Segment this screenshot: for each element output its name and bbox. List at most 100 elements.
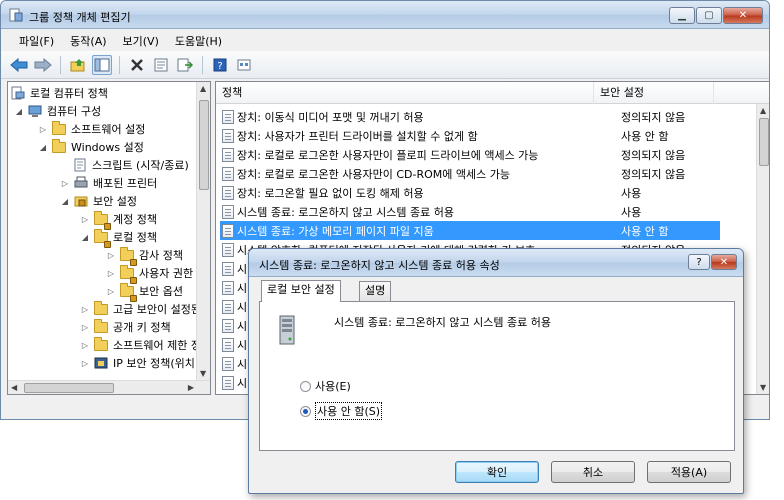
menu-action[interactable]: 동작(A) [62, 33, 114, 49]
minimize-button[interactable]: ▁ [669, 7, 695, 24]
list-item[interactable]: 장치: 로그온할 필요 없이 도킹 해제 허용 사용 [220, 183, 720, 202]
dialog-help-button[interactable]: ? [688, 254, 710, 270]
show-hide-tree-button[interactable] [92, 54, 112, 75]
tree-item-account-policy[interactable]: ▷ 계정 정책 [80, 210, 157, 230]
list-item[interactable]: 장치: 사용자가 프린터 드라이버를 설치할 수 없게 함 사용 안 함 [220, 126, 720, 145]
delete-button[interactable] [127, 55, 147, 75]
expand-arrow-icon[interactable]: ▷ [60, 179, 70, 188]
dialog-close-button[interactable]: ✕ [711, 254, 737, 270]
scroll-down-icon[interactable]: ▼ [760, 383, 766, 392]
column-policy[interactable]: 정책 [216, 82, 594, 104]
tree-item-local-policies[interactable]: ◢ 로컬 정책 [80, 228, 157, 248]
tree-horizontal-scrollbar[interactable]: ◀ ▶ [8, 380, 210, 394]
ok-button[interactable]: 확인 [455, 461, 539, 483]
tree-item-computer-config[interactable]: ◢ 컴퓨터 구성 [14, 102, 101, 120]
scroll-down-icon[interactable]: ▼ [200, 369, 206, 378]
forward-arrow-icon [34, 57, 52, 72]
title-bar[interactable]: 그룹 정책 개체 편집기 ▁ ▢ ✕ [1, 1, 769, 29]
menu-file[interactable]: 파일(F) [11, 33, 62, 49]
scroll-thumb[interactable] [199, 100, 209, 190]
tree-item-scripts[interactable]: 스크립트 (시작/종료) [72, 156, 189, 174]
expand-arrow-icon[interactable]: ▷ [80, 215, 90, 224]
collapse-arrow-icon[interactable]: ◢ [60, 197, 70, 206]
policy-icon [222, 128, 234, 143]
list-item[interactable]: 시스템 종료: 로그온하지 않고 시스템 종료 허용 사용 [220, 202, 720, 221]
tab-explain[interactable]: 설명 [359, 281, 392, 301]
expand-arrow-icon[interactable]: ▷ [80, 323, 90, 332]
lock-folder-icon [93, 228, 111, 248]
maximize-icon: ▢ [704, 10, 714, 21]
forward-button[interactable] [33, 55, 53, 75]
maximize-button[interactable]: ▢ [696, 7, 722, 24]
close-icon: ✕ [738, 10, 748, 21]
menu-view[interactable]: 보기(V) [115, 33, 167, 49]
radio-button-checked[interactable] [300, 405, 311, 417]
tree-item-deployed-printers[interactable]: ▷ 배포된 프린터 [60, 174, 157, 192]
help-button[interactable]: ? [210, 55, 230, 75]
folder-icon [93, 336, 109, 353]
scroll-thumb[interactable] [24, 383, 114, 393]
scroll-left-icon[interactable]: ◀ [11, 383, 17, 392]
toolbar-separator [60, 55, 61, 74]
back-button[interactable] [9, 55, 29, 75]
toolbar-separator [202, 55, 203, 74]
scroll-up-icon[interactable]: ▲ [200, 84, 206, 93]
tree-item-security-settings[interactable]: ◢ 보안 설정 [60, 192, 137, 210]
expand-arrow-icon[interactable]: ▷ [106, 287, 116, 296]
tree-item-ip-security[interactable]: ▷ IP 보안 정책(위치: 로컬 컴퓨터) [80, 354, 210, 372]
expand-arrow-icon[interactable]: ▷ [80, 341, 90, 350]
cancel-button[interactable]: 취소 [551, 461, 635, 483]
collapse-arrow-icon[interactable]: ◢ [38, 143, 48, 152]
up-level-button[interactable] [68, 55, 88, 75]
tree-item-windows-settings[interactable]: ◢ Windows 설정 [38, 138, 144, 156]
expand-arrow-icon[interactable]: ▷ [106, 269, 116, 278]
tree-item-software-settings[interactable]: ▷ 소프트웨어 설정 [38, 120, 145, 138]
console-tree[interactable]: 로컬 컴퓨터 정책 ◢ 컴퓨터 구성 ▷ 소프트웨어 설정 ◢ Windows … [7, 81, 211, 395]
expand-arrow-icon[interactable]: ▷ [80, 305, 90, 314]
export-list-button[interactable] [175, 55, 195, 75]
radio-disabled[interactable]: 사용 안 함(S) [300, 402, 383, 420]
policy-icon [222, 337, 234, 352]
list-vertical-scrollbar[interactable]: ▲ ▼ [756, 104, 769, 394]
list-item[interactable]: 장치: 로컬로 로그온한 사용자만이 CD-ROM에 액세스 가능 정의되지 않… [220, 164, 720, 183]
ip-security-icon [93, 355, 109, 371]
policy-icon [222, 242, 234, 257]
policy-icon [222, 185, 234, 200]
lock-folder-icon [93, 210, 111, 230]
list-item[interactable]: 장치: 로컬로 로그온한 사용자만이 플로피 드라이브에 액세스 가능 정의되지… [220, 145, 720, 164]
list-item-selected[interactable]: 시스템 종료: 가상 메모리 페이지 파일 지움 사용 안 함 [220, 221, 720, 240]
expand-arrow-icon[interactable]: ▷ [106, 251, 116, 260]
close-button[interactable]: ✕ [723, 7, 763, 24]
properties-button[interactable] [151, 55, 171, 75]
scroll-thumb[interactable] [759, 118, 769, 166]
toolbar-separator [119, 55, 120, 74]
column-security-setting[interactable]: 보안 설정 [594, 82, 714, 104]
tree-item-security-options[interactable]: ▷ 보안 옵션 [106, 282, 183, 302]
radio-button[interactable] [300, 380, 311, 392]
tree-vertical-scrollbar[interactable]: ▲ ▼ [196, 82, 210, 394]
tree-item-local-policy[interactable]: 로컬 컴퓨터 정책 [10, 84, 108, 102]
tree-item-audit-policy[interactable]: ▷ 감사 정책 [106, 246, 183, 266]
menu-help[interactable]: 도움말(H) [167, 33, 230, 49]
expand-arrow-icon[interactable]: ▷ [38, 125, 48, 134]
collapse-arrow-icon[interactable]: ◢ [14, 107, 24, 116]
tab-local-security-setting[interactable]: 로컬 보안 설정 [261, 280, 341, 302]
tree-item-advanced-firewall[interactable]: ▷ 고급 보안이 설정된 Windows 방화벽 [80, 300, 210, 318]
collapse-arrow-icon[interactable]: ◢ [80, 233, 90, 242]
view-button[interactable] [234, 55, 254, 75]
tree-item-public-key-policy[interactable]: ▷ 공개 키 정책 [80, 318, 171, 336]
list-item[interactable]: 장치: 이동식 미디어 포맷 및 꺼내기 허용 정의되지 않음 [220, 107, 720, 126]
apply-button[interactable]: 적용(A) [647, 461, 731, 483]
script-icon [72, 157, 88, 173]
lock-folder-icon [119, 246, 137, 266]
scroll-right-icon[interactable]: ▶ [188, 383, 194, 392]
scroll-up-icon[interactable]: ▲ [760, 106, 766, 115]
menu-bar: 파일(F) 동작(A) 보기(V) 도움말(H) [1, 30, 769, 51]
policy-icon [222, 166, 234, 181]
window-title: 그룹 정책 개체 편집기 [29, 11, 131, 24]
expand-arrow-icon[interactable]: ▷ [80, 359, 90, 368]
radio-enabled[interactable]: 사용(E) [300, 378, 351, 394]
tree-item-software-restriction[interactable]: ▷ 소프트웨어 제한 정책 [80, 336, 210, 354]
dialog-title-bar[interactable]: 시스템 종료: 로그온하지 않고 시스템 종료 허용 속성 ? ✕ [249, 249, 743, 277]
list-header: 정책 보안 설정 [216, 82, 769, 104]
